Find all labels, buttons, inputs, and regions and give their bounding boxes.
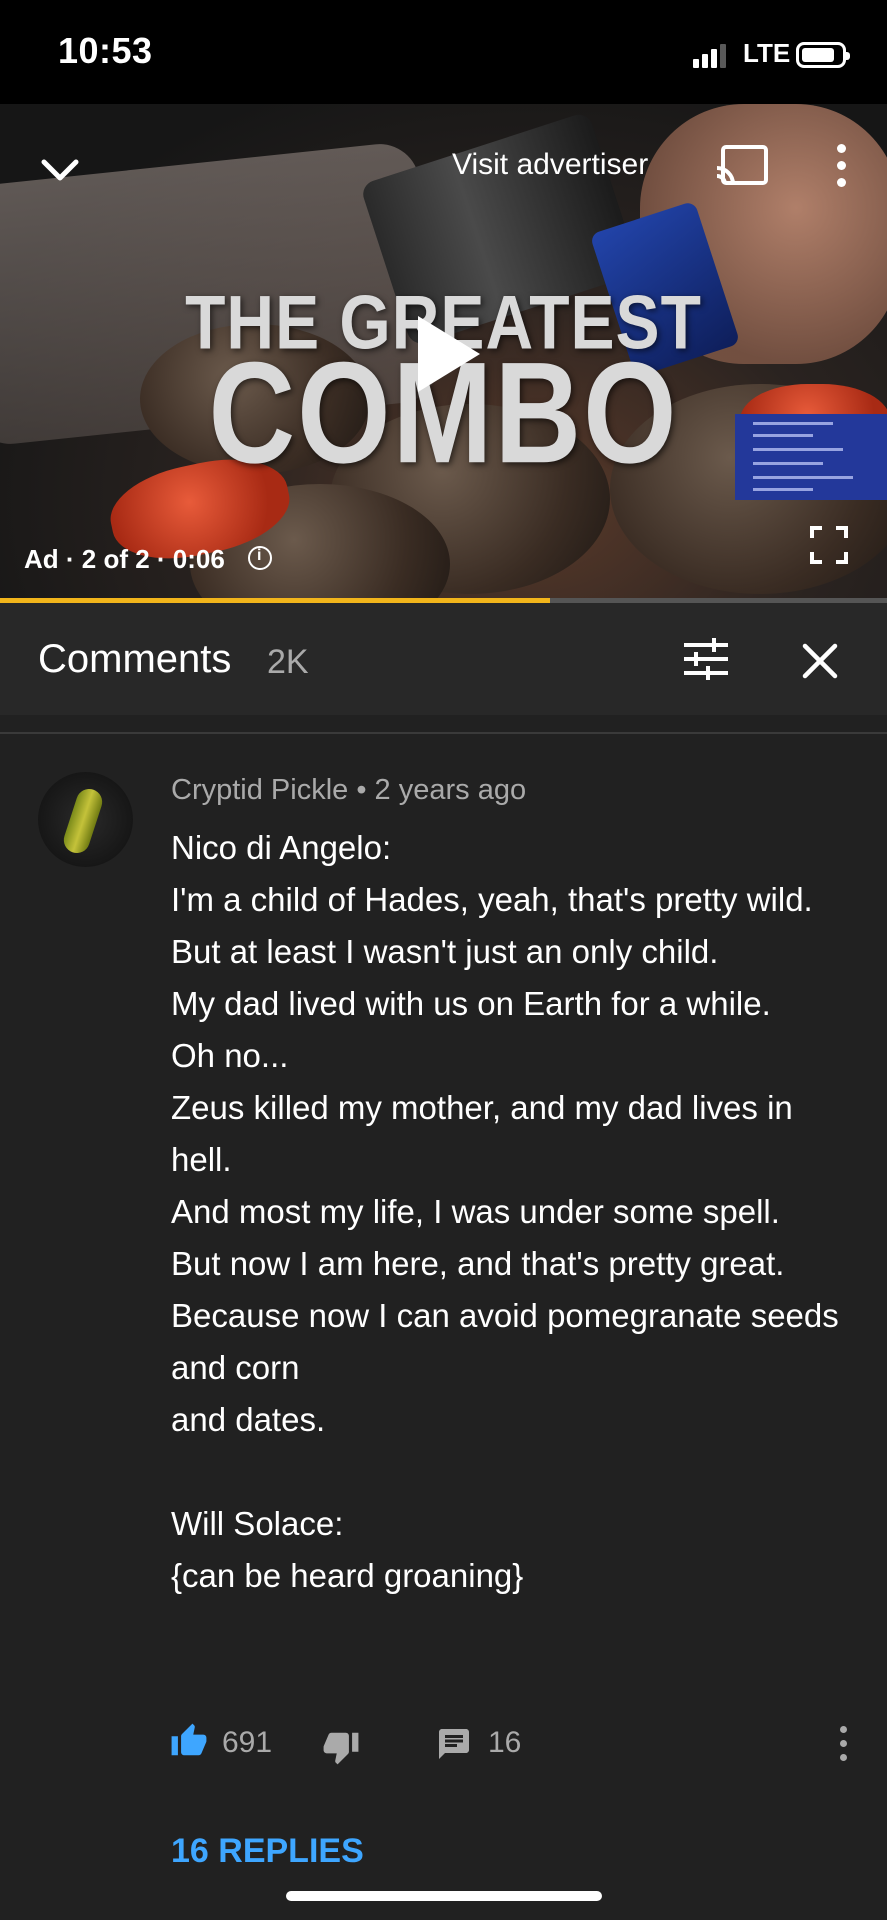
comment-actions: 691 16: [0, 1722, 887, 1782]
comment-meta: Cryptid Pickle • 2 years ago: [171, 774, 527, 806]
battery-icon: [796, 42, 850, 68]
ad-thumbnail: [735, 414, 887, 500]
visit-advertiser-link[interactable]: Visit advertiser: [452, 148, 648, 182]
play-icon[interactable]: [418, 316, 480, 392]
close-icon[interactable]: [800, 641, 840, 681]
comments-count: 2K: [267, 643, 309, 681]
status-bar: 10:53 LTE: [0, 0, 887, 104]
reply-count: 16: [488, 1726, 522, 1759]
divider: [0, 732, 887, 734]
network-label: LTE: [743, 38, 791, 68]
clock: 10:53: [58, 30, 153, 71]
comments-header: Comments 2K: [0, 603, 887, 715]
signal-icon: [693, 44, 727, 68]
thumbs-down-icon[interactable]: [322, 1728, 360, 1766]
comment-text: Nico di Angelo: I'm a child of Hades, ye…: [171, 829, 839, 1594]
comments-title: Comments: [38, 637, 232, 681]
avatar[interactable]: [38, 772, 133, 867]
reply-icon[interactable]: [436, 1726, 472, 1762]
fullscreen-icon[interactable]: [810, 526, 848, 564]
cast-icon[interactable]: [715, 144, 769, 188]
home-indicator[interactable]: [286, 1891, 602, 1901]
thumbs-up-icon[interactable]: [170, 1722, 208, 1760]
more-options-icon[interactable]: [834, 144, 846, 188]
video-player[interactable]: THE GREATEST COMBO Visit advertiser Ad ·…: [0, 104, 887, 600]
comment-more-icon[interactable]: [838, 1726, 850, 1762]
like-count: 691: [222, 1726, 273, 1759]
chevron-down-icon[interactable]: [40, 150, 80, 190]
info-icon[interactable]: [248, 546, 272, 570]
sort-filter-icon[interactable]: [682, 637, 730, 681]
ad-info-label: Ad · 2 of 2 · 0:06: [24, 544, 225, 574]
view-replies-button[interactable]: 16 REPLIES: [171, 1832, 364, 1871]
